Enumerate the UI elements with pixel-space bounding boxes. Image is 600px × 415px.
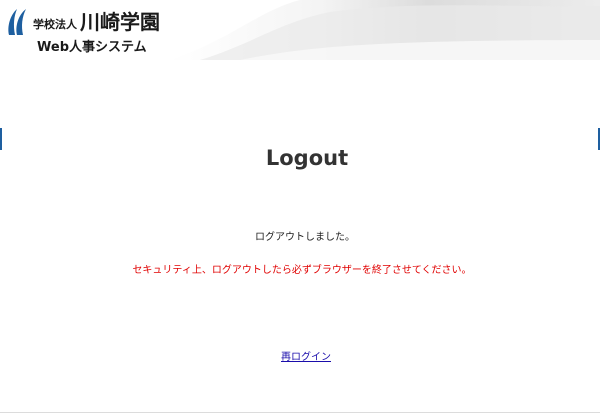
- bottom-divider: [0, 412, 600, 413]
- page-title: Logout: [265, 146, 349, 170]
- page-header: 学校法人 川崎学園 Web人事システム: [0, 0, 600, 60]
- org-name: 川崎学園: [80, 10, 160, 34]
- system-name: Web人事システム: [37, 40, 147, 55]
- org-type-label: 学校法人: [33, 18, 77, 31]
- relogin-link[interactable]: 再ログイン: [281, 352, 331, 363]
- logout-message: ログアウトしました。: [255, 232, 355, 243]
- org-logo[interactable]: 学校法人 川崎学園 Web人事システム: [6, 4, 176, 55]
- logout-page: 学校法人 川崎学園 Web人事システム Logout ログアウトしました。 セキ…: [0, 0, 600, 415]
- security-warning: セキュリティ上、ログアウトしたら必ずブラウザーを終了させてください。: [132, 265, 472, 276]
- relogin-container: 再ログイン: [0, 348, 600, 363]
- school-logo-mark-icon: [8, 9, 26, 35]
